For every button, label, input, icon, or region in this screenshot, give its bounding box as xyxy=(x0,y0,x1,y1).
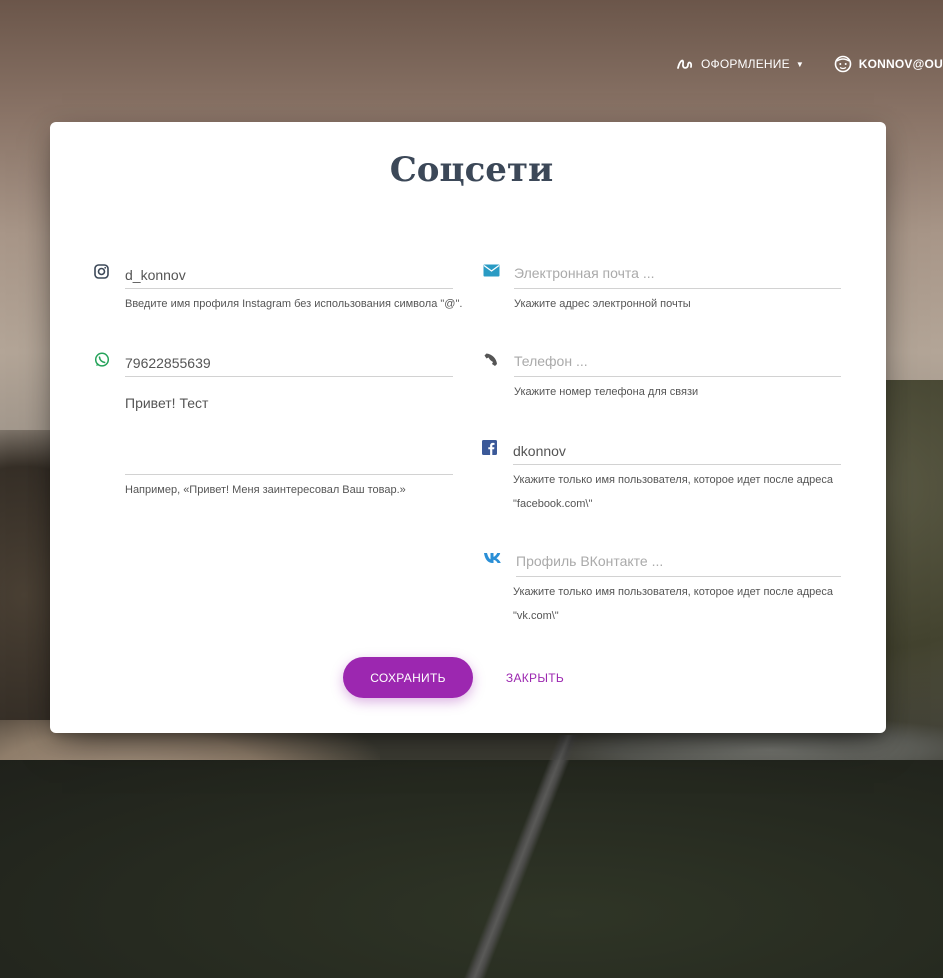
vk-hint-line1: Укажите только имя пользователя, которое… xyxy=(513,586,834,598)
facebook-hint-line1: Укажите только имя пользователя, которое… xyxy=(513,474,834,486)
brush-icon xyxy=(676,55,694,73)
top-navigation: ОФОРМЛЕНИЕ ▼ KONNOV@OUTLO xyxy=(676,52,943,76)
vk-icon xyxy=(483,551,505,569)
instagram-input[interactable] xyxy=(125,262,453,289)
user-menu[interactable]: KONNOV@OUTLO xyxy=(834,55,943,73)
facebook-hint-line2: "facebook.com\" xyxy=(513,498,593,510)
facebook-input[interactable] xyxy=(513,438,841,465)
email-hint: Укажите адрес электронной почты xyxy=(514,298,691,310)
whatsapp-phone-input[interactable] xyxy=(125,350,453,377)
phone-hint: Укажите номер телефона для связи xyxy=(514,386,699,398)
vk-hint-line2: "vk.com\" xyxy=(513,610,559,622)
facebook-icon xyxy=(482,440,497,460)
user-menu-label: KONNOV@OUTLO xyxy=(858,57,943,71)
page-title: Соцсети xyxy=(389,150,554,190)
vk-input[interactable] xyxy=(516,546,841,577)
save-button[interactable]: СОХРАНИТЬ xyxy=(343,657,473,698)
design-menu[interactable]: ОФОРМЛЕНИЕ ▼ xyxy=(676,55,804,73)
whatsapp-message-textarea[interactable]: Привет! Тест xyxy=(125,395,453,475)
email-input[interactable] xyxy=(514,258,841,289)
face-icon xyxy=(834,55,852,73)
design-menu-label: ОФОРМЛЕНИЕ xyxy=(701,57,790,71)
caret-down-icon: ▼ xyxy=(795,59,804,69)
phone-icon xyxy=(483,352,499,373)
whatsapp-icon xyxy=(94,352,110,373)
instagram-hint: Введите имя профиля Instagram без исполь… xyxy=(125,298,463,310)
instagram-icon xyxy=(94,264,109,284)
phone-input[interactable] xyxy=(514,346,841,377)
close-button[interactable]: ЗАКРЫТЬ xyxy=(495,657,575,698)
envelope-icon xyxy=(483,264,500,282)
whatsapp-hint: Например, «Привет! Меня заинтересовал Ва… xyxy=(125,484,406,496)
